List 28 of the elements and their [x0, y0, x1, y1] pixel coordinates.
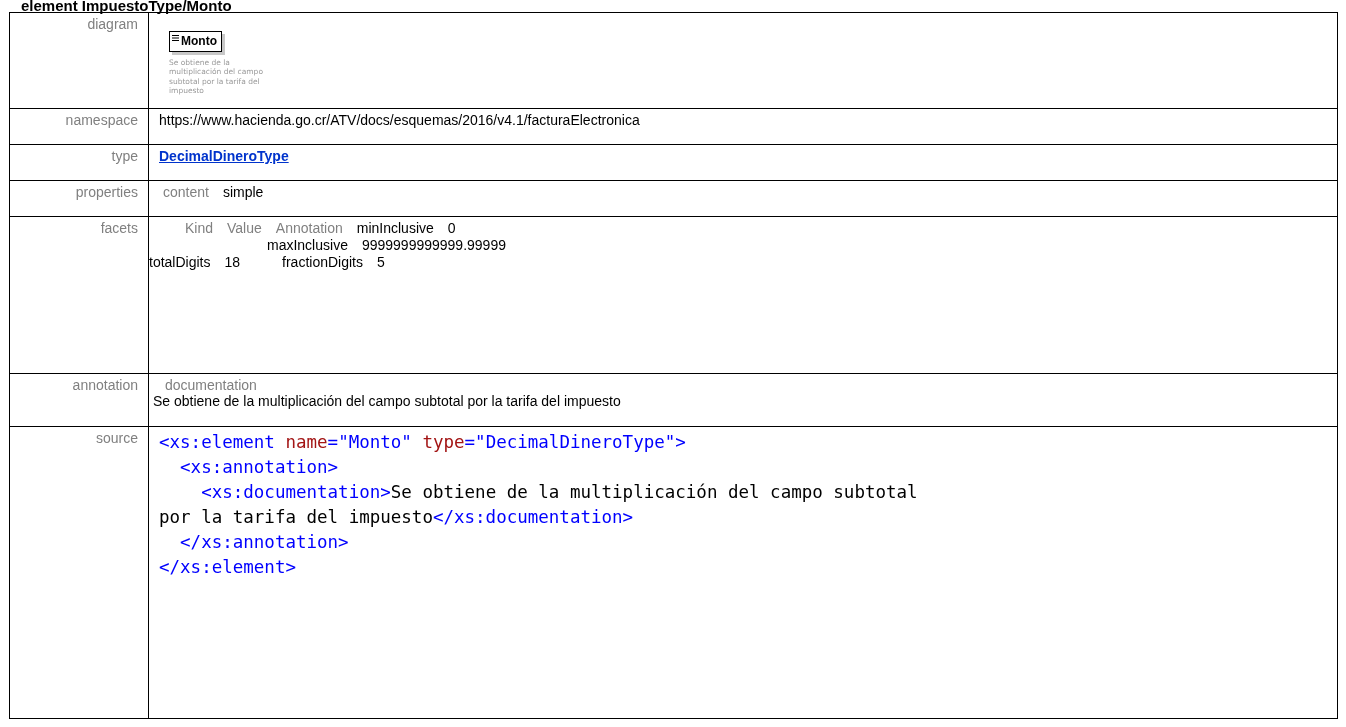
facet-value: 0: [447, 220, 456, 236]
facet-name: fractionDigits: [282, 254, 363, 270]
row-label: source: [95, 430, 138, 446]
lines-icon: [172, 35, 179, 41]
facet-column-heading: Kind: [185, 220, 214, 237]
row-label: diagram: [87, 16, 138, 32]
facet-name: minInclusive: [356, 220, 434, 236]
facet-value: 9999999999999.99999: [361, 237, 506, 253]
property-value: simple: [222, 184, 264, 200]
row-label: facets: [100, 220, 138, 236]
type-link[interactable]: DecimalDineroType: [159, 148, 289, 164]
facet-name: totalDigits: [149, 254, 211, 270]
facet-value: 18: [224, 254, 241, 270]
facet-value: 5: [376, 254, 385, 270]
property-name: content: [162, 184, 209, 200]
row-label: type: [111, 148, 138, 164]
annotation-heading: documentation: [164, 377, 258, 393]
facet-name: maxInclusive: [267, 237, 348, 253]
facet-column-heading: Annotation: [275, 220, 343, 237]
element-box: Monto: [169, 31, 222, 52]
row-label: namespace: [65, 112, 138, 128]
row-label: properties: [75, 184, 138, 200]
source-code: <xs:element name="Monto" type="DecimalDineroType"> <xs:annotation> <xs:documentation>Se obtiene de la multiplicación del campo subtotal por la tarifa del impuesto</xs:documentation> </xs:annotation> </xs:element>: [159, 431, 919, 579]
annotation-text: Se obtiene de la multiplicación del campo subtotal por la tarifa del impuesto: [153, 393, 622, 409]
facet-column-heading: Value: [227, 220, 262, 237]
page-title: element ImpuestoType/Monto: [20, 0, 233, 12]
namespace-text: https://www.hacienda.go.cr/ATV/docs/esquemas/2016/v4.1/facturaElectronica: [159, 112, 640, 128]
row-label: annotation: [72, 377, 138, 393]
